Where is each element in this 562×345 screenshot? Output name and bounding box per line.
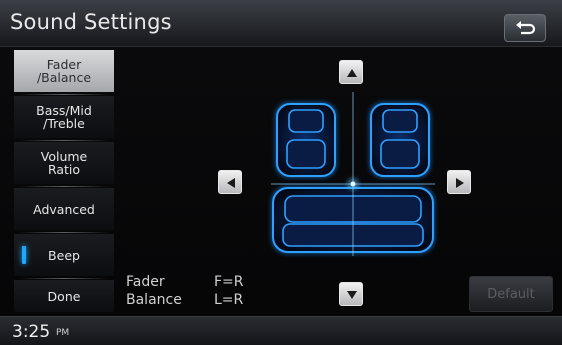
sidebar-item-label: Advanced xyxy=(33,201,95,217)
default-button[interactable]: Default xyxy=(469,276,553,312)
done-button[interactable]: Done xyxy=(14,280,114,312)
back-arrow-icon xyxy=(516,21,536,35)
front-left-seat xyxy=(275,102,337,178)
status-bar: 3:25 PM xyxy=(0,316,562,345)
sidebar-item-label: Ratio xyxy=(47,162,81,177)
divider xyxy=(20,186,108,187)
clock-time: 3:25 xyxy=(12,322,51,342)
page-title: Sound Settings xyxy=(10,10,172,34)
triangle-up-icon xyxy=(347,69,357,77)
fader-label: Fader xyxy=(126,274,165,290)
sidebar-item-bass-mid-treble[interactable]: Bass/Mid /Treble xyxy=(14,96,114,138)
fader-front-button[interactable] xyxy=(339,60,363,84)
divider xyxy=(20,140,108,141)
done-label: Done xyxy=(47,288,81,304)
sidebar-item-beep[interactable]: Beep xyxy=(14,234,114,276)
balance-label: Balance xyxy=(126,292,182,308)
header-bar: Sound Settings xyxy=(0,0,562,47)
sidebar-item-volume-ratio[interactable]: Volume Ratio xyxy=(14,142,114,184)
triangle-left-icon xyxy=(227,178,235,188)
sidebar-item-label: /Balance xyxy=(36,70,92,85)
sound-settings-screen: Sound Settings Fader /Balance Bass/Mid /… xyxy=(0,0,562,345)
balance-right-button[interactable] xyxy=(447,170,471,194)
balance-left-button[interactable] xyxy=(218,170,242,194)
triangle-down-icon xyxy=(347,291,357,299)
fader-rear-button[interactable] xyxy=(339,282,363,306)
divider xyxy=(20,232,108,233)
clock-ampm: PM xyxy=(56,328,70,338)
car-seat-diagram[interactable] xyxy=(265,88,441,260)
back-button[interactable] xyxy=(504,14,546,42)
sidebar-menu: Fader /Balance Bass/Mid /Treble Volume R… xyxy=(14,50,114,312)
sidebar-item-label: /Treble xyxy=(43,116,85,131)
beep-status-indicator xyxy=(22,246,26,264)
fader-balance-panel: Fader F=R Balance L=R xyxy=(118,48,556,314)
sidebar-item-label: Beep xyxy=(48,247,80,263)
front-right-seat xyxy=(369,102,431,178)
fader-value: F=R xyxy=(214,274,244,290)
balance-value: L=R xyxy=(214,292,244,308)
divider xyxy=(20,94,108,95)
sidebar-item-fader-balance[interactable]: Fader /Balance xyxy=(14,50,114,92)
triangle-right-icon xyxy=(456,178,464,188)
divider xyxy=(20,278,108,279)
sidebar-item-advanced[interactable]: Advanced xyxy=(14,188,114,230)
